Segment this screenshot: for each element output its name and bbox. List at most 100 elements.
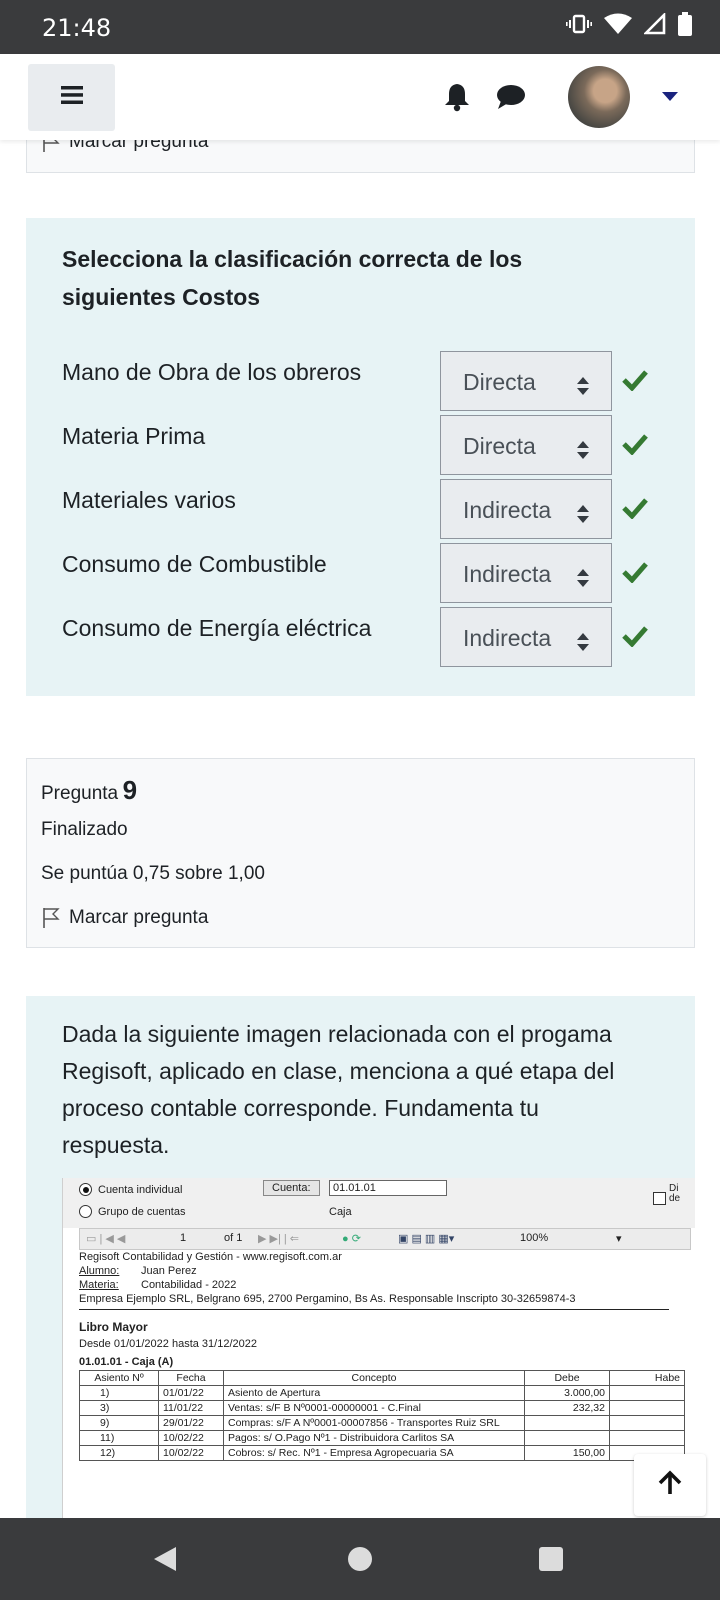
cell	[609, 1415, 685, 1431]
row-label: Materia Prima	[62, 423, 206, 449]
cell: 232,32	[524, 1400, 610, 1416]
select-value: Indirecta	[463, 561, 552, 587]
match-row: Materia Prima Directa	[62, 415, 662, 477]
correct-check-icon	[622, 369, 648, 396]
cell: 29/01/22	[158, 1415, 224, 1431]
classification-select[interactable]: Indirecta	[440, 543, 612, 603]
radio-label: Cuenta individual	[98, 1183, 183, 1196]
wifi-icon	[604, 13, 632, 40]
account-line: 01.01.01 - Caja (A)	[79, 1356, 174, 1368]
zoom-value: 100%	[520, 1232, 549, 1244]
match-row: Consumo de Energía eléctrica Indirecta	[62, 607, 662, 669]
cuenta-field: 01.01.01	[329, 1180, 447, 1196]
bell-icon[interactable]	[443, 82, 471, 117]
question-number: 9	[122, 775, 138, 805]
classification-select[interactable]: Directa	[440, 415, 612, 475]
system-nav-bar	[0, 1518, 720, 1600]
back-icon[interactable]	[152, 1546, 178, 1577]
libro-title: Libro Mayor	[79, 1320, 148, 1334]
cuenta-button: Cuenta:	[263, 1180, 320, 1196]
column-header: Asiento Nº	[79, 1370, 159, 1386]
vibrate-icon	[566, 13, 592, 40]
classification-select[interactable]: Directa	[440, 351, 612, 411]
column-header: Fecha	[158, 1370, 224, 1386]
zoom-dropdown-icon: ▾	[616, 1233, 622, 1245]
cell: 1)	[79, 1385, 159, 1401]
cell: Pagos: s/ O.Pago Nº1 - Distribuidora Car…	[223, 1430, 525, 1446]
updown-arrow-icon	[577, 630, 589, 657]
report-header: Regisoft Contabilidad y Gestión - www.re…	[79, 1251, 342, 1263]
select-value: Directa	[463, 369, 536, 395]
cell: 11)	[79, 1430, 159, 1446]
table-row: 1) 01/01/22 Asiento de Apertura 3.000,00	[79, 1385, 685, 1401]
row-label: Consumo de Energía eléctrica	[62, 615, 372, 641]
cell: Cobros: s/ Rec. Nº1 - Empresa Agropecuar…	[223, 1445, 525, 1461]
cell: Compras: s/F A Nº0001-00007856 - Transpo…	[223, 1415, 525, 1431]
hamburger-icon	[59, 84, 85, 111]
cell	[609, 1430, 685, 1446]
flag-icon	[43, 908, 60, 928]
question-label: Pregunta	[41, 783, 119, 804]
cell: 11/01/22	[158, 1400, 224, 1416]
chat-icon[interactable]	[496, 84, 526, 115]
caret-down-icon[interactable]	[662, 92, 678, 101]
select-value: Directa	[463, 433, 536, 459]
recents-icon[interactable]	[538, 1546, 564, 1577]
nav-next-icon: ▶ ▶| | ⇐	[258, 1233, 300, 1245]
table-row: 11) 10/02/22 Pagos: s/ O.Pago Nº1 - Distri…	[79, 1430, 685, 1446]
cell	[524, 1415, 610, 1431]
radio-cuenta-individual: Cuenta individual	[79, 1183, 182, 1196]
cuenta-name: Caja	[329, 1206, 352, 1218]
cell: 150,00	[524, 1445, 610, 1461]
match-row: Mano de Obra de los obreros Directa	[62, 351, 662, 413]
select-value: Indirecta	[463, 497, 552, 523]
cell	[524, 1430, 610, 1446]
correct-check-icon	[622, 433, 648, 460]
cell: Ventas: s/F B Nº0001-00000001 - C.Final	[223, 1400, 525, 1416]
row-label: Materiales varios	[62, 487, 236, 513]
cut-label: Di de	[669, 1183, 681, 1204]
cell: 3.000,00	[524, 1385, 610, 1401]
match-row: Materiales varios Indirecta	[62, 479, 662, 541]
refresh-icon: ● ⟳	[342, 1233, 361, 1245]
materia-value: Contabilidad - 2022	[141, 1279, 237, 1291]
menu-button[interactable]	[28, 64, 115, 131]
radio-grupo-cuentas: Grupo de cuentas	[79, 1205, 185, 1218]
correct-check-icon	[622, 625, 648, 652]
checkbox	[653, 1192, 666, 1205]
home-icon[interactable]	[347, 1546, 373, 1577]
question-text: Selecciona la clasificación correcta de …	[62, 246, 523, 310]
nav-first-icon: ▭ | ◀ ◀	[86, 1233, 126, 1245]
page-field: 1	[180, 1232, 187, 1244]
table-row: 3) 11/01/22 Ventas: s/F B Nº0001-00000001 …	[79, 1400, 685, 1416]
cell: 01/01/22	[158, 1385, 224, 1401]
page-count: of 1	[224, 1232, 243, 1244]
report-body: Regisoft Contabilidad y Gestión - www.re…	[79, 1248, 695, 1461]
regisoft-screenshot: Cuenta individual Grupo de cuentas Cuent…	[62, 1178, 695, 1518]
flag-question-link[interactable]: Marcar pregunta	[41, 907, 208, 929]
status-bar: 21:48	[0, 0, 720, 54]
select-value: Indirecta	[463, 625, 552, 651]
signal-icon	[642, 11, 666, 40]
question-8-content: Selecciona la clasificación correcta de …	[26, 218, 695, 696]
empresa-line: Empresa Ejemplo SRL, Belgrano 695, 2700 …	[79, 1293, 669, 1310]
updown-arrow-icon	[577, 374, 589, 401]
cell	[609, 1400, 685, 1416]
materia-label: Materia:	[79, 1279, 119, 1291]
report-toolbar: ▭ | ◀ ◀ 1 of 1 ▶ ▶| | ⇐ ● ⟳ ▣ ▤ ▥ ▦▾ 100…	[79, 1228, 691, 1250]
battery-icon	[678, 12, 692, 41]
cell: 10/02/22	[158, 1445, 224, 1461]
column-header: Habe	[609, 1370, 685, 1386]
table-row: 9) 29/01/22 Compras: s/F A Nº0001-00007856…	[79, 1415, 685, 1431]
classification-select[interactable]: Indirecta	[440, 607, 612, 667]
updown-arrow-icon	[577, 566, 589, 593]
table-row: 12) 10/02/22 Cobros: s/ Rec. Nº1 - Empresa…	[79, 1445, 685, 1461]
question-grade: Se puntúa 0,75 sobre 1,00	[41, 863, 265, 884]
flag-label: Marcar pregunta	[69, 907, 209, 928]
scroll-to-top-button[interactable]	[634, 1454, 706, 1516]
question-state: Finalizado	[41, 819, 128, 840]
column-header: Concepto	[223, 1370, 525, 1386]
avatar[interactable]	[568, 66, 630, 128]
cell: 3)	[79, 1400, 159, 1416]
classification-select[interactable]: Indirecta	[440, 479, 612, 539]
